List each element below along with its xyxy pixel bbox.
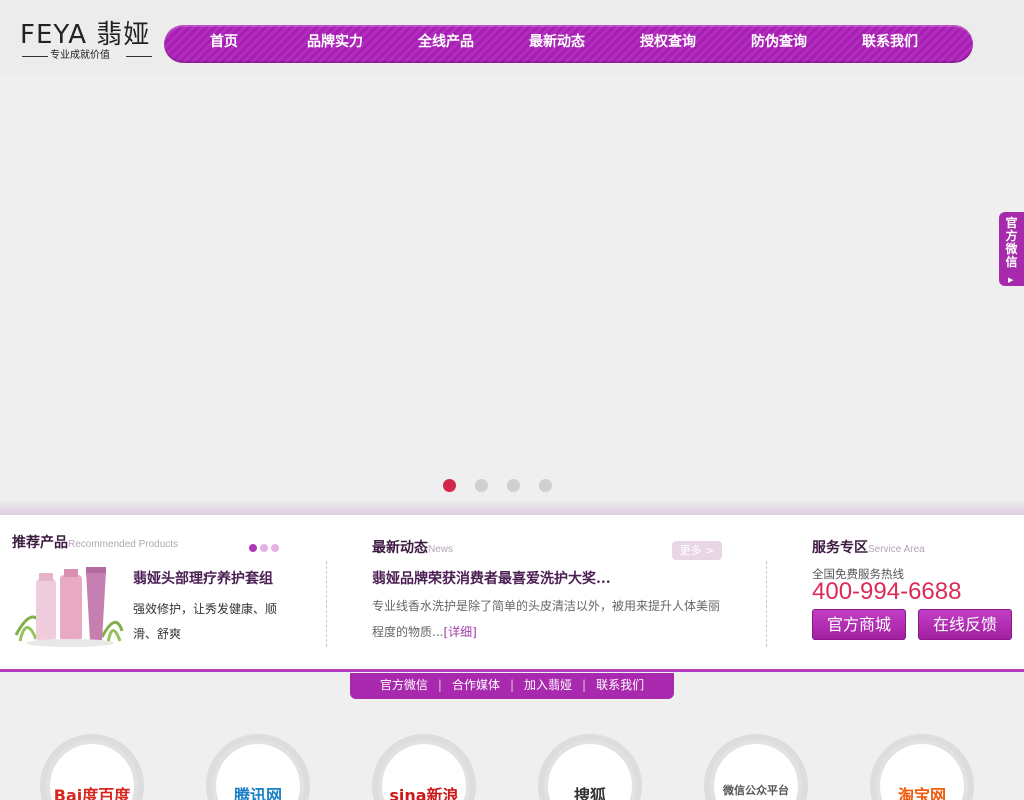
logo-brand: FEYA 翡娅 [20, 20, 151, 50]
partner-sina[interactable]: sina新浪 [372, 734, 476, 800]
baidu-logo: Bai度百度 [53, 786, 131, 800]
product-description: 强效修护，让秀发健康、顺滑、舒爽 [133, 602, 278, 641]
news-summary: 专业线香水洗护是除了简单的头皮清洁以外，被用来提升人体美丽程度的物质...[详细… [372, 593, 727, 645]
nav-item-anti-counterfeit[interactable]: 防伪查询 [739, 25, 819, 63]
footer-separator: | [509, 678, 515, 692]
recommend-heading: 推荐产品Recommended Products [12, 534, 178, 554]
news-headline[interactable]: 翡娅品牌荣获消费者最喜爱洗护大奖... [372, 568, 611, 588]
product-name[interactable]: 翡娅头部理疗养护套组 [133, 568, 273, 588]
logo-divider [126, 56, 152, 57]
service-title: 服务专区 [812, 540, 868, 556]
hotline-number[interactable]: 400-994-6688 [812, 576, 961, 608]
recommend-subtitle: Recommended Products [68, 539, 179, 550]
nav-item-news[interactable]: 最新动态 [517, 25, 597, 63]
nav-item-products[interactable]: 全线产品 [406, 25, 486, 63]
partner-tencent[interactable]: 腾讯网 [206, 734, 310, 800]
slider-dot[interactable] [443, 479, 456, 492]
logo-slogan: 专业成就价值 [50, 50, 110, 61]
banner-slider[interactable] [0, 75, 1024, 505]
news-subtitle: News [428, 544, 454, 555]
partner-logo-frame: 腾讯网 [216, 744, 300, 800]
sina-logo: sina新浪 [389, 786, 459, 800]
logo-divider [22, 56, 48, 57]
taobao-logo: 淘宝网 [897, 786, 946, 800]
partner-logo-frame: Bai度百度 [50, 744, 134, 800]
logo[interactable]: FEYA 翡娅 专业成就价值 [20, 20, 155, 64]
footer-nav: 官方微信 | 合作媒体 | 加入翡娅 | 联系我们 [350, 673, 674, 699]
service-heading: 服务专区Service Area [812, 539, 925, 559]
wechat-side-tab[interactable]: 官方微信 ▶ [999, 212, 1024, 286]
news-more-button[interactable]: 更多 > [672, 541, 722, 560]
slider-dot[interactable] [507, 479, 520, 492]
sohu-logo: 搜狐 [573, 786, 606, 800]
partner-wechat[interactable]: 微信公众平台 [704, 734, 808, 800]
news-heading: 最新动态News [372, 539, 453, 559]
nav-item-contact[interactable]: 联系我们 [850, 25, 930, 63]
slider-dot[interactable] [475, 479, 488, 492]
column-divider [326, 561, 327, 647]
footer-link-media[interactable]: 合作媒体 [452, 678, 500, 692]
partner-logo-frame: 微信公众平台 [714, 744, 798, 800]
carousel-dot[interactable] [260, 544, 268, 552]
footer-separator: | [437, 678, 442, 692]
arrow-right-icon: ▶ [1008, 276, 1014, 284]
news-summary-text: 专业线香水洗护是除了简单的头皮清洁以外，被用来提升人体美丽程度的物质... [372, 599, 721, 639]
online-feedback-button[interactable]: 在线反馈 [918, 609, 1012, 640]
carousel-dot[interactable] [249, 544, 257, 552]
partner-baidu[interactable]: Bai度百度 [40, 734, 144, 800]
wechat-logo: 微信公众平台 [723, 784, 789, 797]
header: FEYA 翡娅 专业成就价值 首页 品牌实力 全线产品 最新动态 授权查询 防伪… [0, 0, 1024, 75]
partner-logo-frame: sina新浪 [382, 744, 466, 800]
product-image[interactable] [12, 565, 124, 649]
partner-logo-frame: 淘宝网 [880, 744, 964, 800]
partner-logo-frame: 搜狐 [548, 744, 632, 800]
footer-link-contact[interactable]: 联系我们 [596, 678, 644, 692]
info-section: 推荐产品Recommended Products 翡娅头部理疗养护套组 强效修护… [0, 515, 1024, 672]
nav-item-authorization[interactable]: 授权查询 [628, 25, 708, 63]
column-divider [766, 561, 767, 647]
footer-separator: | [582, 678, 587, 692]
footer-link-join[interactable]: 加入翡娅 [524, 678, 572, 692]
tencent-logo: 腾讯网 [233, 786, 282, 800]
recommend-title: 推荐产品 [12, 535, 68, 551]
carousel-dot[interactable] [271, 544, 279, 552]
wechat-side-tab-label: 官方微信 [1005, 216, 1018, 269]
nav-item-brand[interactable]: 品牌实力 [295, 25, 375, 63]
slider-dot[interactable] [539, 479, 552, 492]
footer-link-wechat[interactable]: 官方微信 [380, 678, 428, 692]
partner-taobao[interactable]: 淘宝网 [870, 734, 974, 800]
news-title: 最新动态 [372, 540, 428, 556]
news-detail-link[interactable]: [详细] [443, 625, 476, 639]
service-subtitle: Service Area [868, 544, 925, 555]
official-shop-button[interactable]: 官方商城 [812, 609, 906, 640]
partner-sohu[interactable]: 搜狐 [538, 734, 642, 800]
nav-item-home[interactable]: 首页 [184, 25, 264, 63]
main-nav: 首页 品牌实力 全线产品 最新动态 授权查询 防伪查询 联系我们 [164, 25, 973, 63]
